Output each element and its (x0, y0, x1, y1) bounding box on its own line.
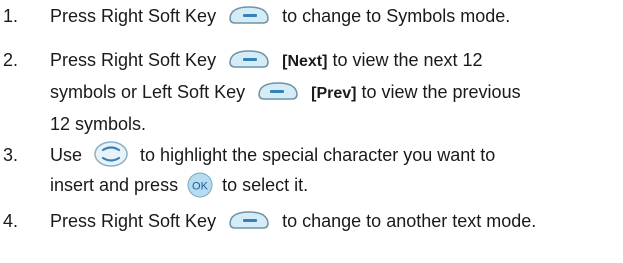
step-number: 2. (3, 50, 19, 70)
right-soft-key-icon (229, 6, 269, 24)
step-3: 3. Use to highlight the special characte… (0, 140, 623, 200)
step-text: Use (50, 145, 83, 165)
step-2-line-3: 12 symbols. (50, 114, 147, 134)
ok-key-icon: OK (187, 172, 213, 197)
step-text: Press Right Soft Key (50, 211, 217, 231)
step-text: Press Right Soft Key (50, 6, 217, 26)
step-2-line-1: Press Right Soft Key [Next] to view the … (50, 45, 623, 77)
step-1: 1. Press Right Soft Key to change to Sym… (0, 3, 623, 30)
step-number: 3. (3, 145, 19, 165)
step-2: 2. Press Right Soft Key [Next] to view t… (0, 45, 623, 139)
step-text: to change to Symbols mode. (282, 6, 511, 26)
right-soft-key-icon (229, 211, 269, 229)
step-text: symbols or Left Soft Key (50, 82, 246, 102)
step-3-line-1: Use to highlight the special character y… (50, 140, 623, 170)
navigation-key-icon (94, 141, 128, 167)
step-text: Press Right Soft Key (50, 50, 217, 70)
step-text: to change to another text mode. (282, 211, 537, 231)
step-text: to select it. (222, 175, 309, 196)
right-soft-key-icon (229, 50, 269, 68)
step-4: 4. Press Right Soft Key to change to ano… (0, 208, 623, 235)
next-label: [Next] (282, 53, 328, 70)
step-text: insert and press (50, 175, 179, 196)
step-4-line: Press Right Soft Key to change to anothe… (50, 208, 623, 235)
ok-key-label: OK (192, 180, 209, 192)
instruction-page: 1. Press Right Soft Key to change to Sym… (0, 0, 623, 263)
prev-label: [Prev] (311, 85, 357, 102)
step-text: to view the next 12 (332, 50, 483, 70)
step-text: to view the previous (361, 82, 521, 102)
step-2-line-2: symbols or Left Soft Key [Prev] to view … (50, 77, 623, 109)
step-number: 4. (3, 211, 19, 231)
left-soft-key-icon (258, 82, 298, 100)
step-1-line: Press Right Soft Key to change to Symbol… (50, 3, 623, 30)
step-number: 1. (3, 6, 19, 26)
step-text: to highlight the special character you w… (140, 145, 496, 165)
step-3-line-2: insert and press OK to select it. (50, 170, 623, 200)
